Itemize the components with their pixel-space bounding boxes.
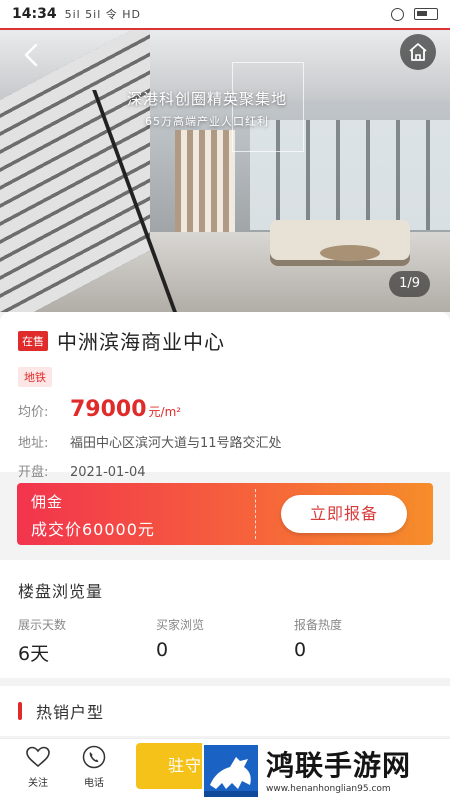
follow-button[interactable]: 关注 <box>16 745 60 789</box>
project-title-row: 在售 中洲滨海商业中心 <box>18 326 432 355</box>
site-watermark: 鸿联手游网 www.henanhonglian95.com <box>202 742 450 800</box>
watermark-url: www.henanhonglian95.com <box>266 783 391 794</box>
watermark-brand: 鸿联手游网 <box>266 748 412 782</box>
phone-icon <box>82 745 106 769</box>
alarm-icon <box>391 7 404 21</box>
price-unit: 元/m² <box>148 405 182 419</box>
address-value: 福田中心区滨河大道与11号路交汇处 <box>70 436 282 451</box>
stat-buyer-views: 买家浏览 0 <box>156 616 294 666</box>
section-title: 楼盘浏览量 <box>18 582 104 601</box>
report-now-button[interactable]: 立即报备 <box>281 495 407 533</box>
phone-button[interactable]: 电话 <box>72 745 116 789</box>
project-name: 中洲滨海商业中心 <box>57 330 225 354</box>
hero-photo-table <box>320 245 380 261</box>
battery-icon <box>414 8 438 20</box>
address-row: 地址: 福田中心区滨河大道与11号路交汇处 <box>18 432 432 451</box>
status-bar: 14:34 5il 5il 令 HD <box>0 0 450 30</box>
follow-label: 关注 <box>28 778 48 789</box>
address-label: 地址: <box>18 436 49 451</box>
heart-icon <box>26 746 50 768</box>
home-icon <box>409 43 427 61</box>
back-button[interactable] <box>14 38 48 72</box>
section-accent-bar <box>18 702 22 720</box>
signal-indicators: 5il 5il 令 HD <box>64 8 142 21</box>
stats-columns: 展示天数 6天 买家浏览 0 报备热度 0 <box>18 616 432 666</box>
commission-divider <box>255 489 256 539</box>
stat-label: 展示天数 <box>18 618 67 632</box>
hero-photo-screen <box>175 130 235 240</box>
status-right <box>391 7 438 21</box>
phone-label: 电话 <box>84 778 104 789</box>
stat-value: 0 <box>294 639 307 661</box>
price-label: 均价: <box>18 405 49 420</box>
open-date-label: 开盘: <box>18 465 49 480</box>
open-date-value: 2021-01-04 <box>70 465 146 480</box>
stat-value: 0 <box>156 639 169 661</box>
watermark-text: 鸿联手游网 www.henanhonglian95.com <box>266 749 411 794</box>
project-info-card: 在售 中洲滨海商业中心 地铁 均价: 79000 元/m² 地址: 福田中心区滨… <box>0 312 450 480</box>
price-value: 79000 <box>70 397 147 422</box>
hero-title: 深港科创圈精英聚集地 <box>126 90 287 108</box>
stat-display-days: 展示天数 6天 <box>18 616 156 666</box>
browse-stats-section: 楼盘浏览量 展示天数 6天 买家浏览 0 报备热度 0 <box>0 560 450 678</box>
commission-banner: 佣金 成交价60000元 立即报备 <box>17 483 433 545</box>
stat-report-heat: 报备热度 0 <box>294 616 432 666</box>
section-title: 热销户型 <box>36 703 105 722</box>
horse-logo-icon <box>204 745 258 797</box>
gallery-pager: 1/9 <box>389 271 430 297</box>
stat-label: 报备热度 <box>294 618 343 632</box>
metro-tag: 地铁 <box>18 367 52 387</box>
chevron-left-icon <box>24 43 38 67</box>
hero-gallery[interactable]: 深港科创圈精英聚集地 65万高端产业人口红利 <box>0 30 450 312</box>
hot-unit-types-section[interactable]: 热销户型 <box>0 686 450 736</box>
status-badge: 在售 <box>18 330 48 351</box>
stat-value: 6天 <box>18 643 50 665</box>
price-row: 均价: 79000 元/m² <box>18 397 432 422</box>
hero-subtitle: 65万高端产业人口红利 <box>145 115 269 128</box>
status-time: 14:34 <box>12 6 57 22</box>
home-button[interactable] <box>400 34 436 70</box>
stat-label: 买家浏览 <box>156 618 205 632</box>
open-date-row: 开盘: 2021-01-04 <box>18 461 432 480</box>
